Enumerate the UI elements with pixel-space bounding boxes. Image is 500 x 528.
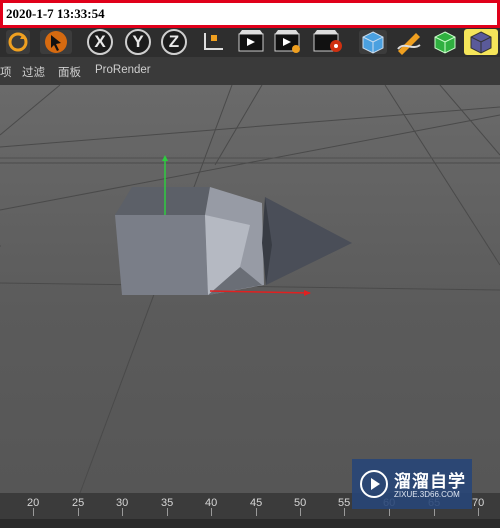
menu-item-options[interactable]: 项 [0,64,12,80]
pen-spline-icon[interactable] [394,29,424,55]
3d-viewport[interactable] [0,85,500,493]
menu-item-filter[interactable]: 过滤 [22,64,45,80]
viewport-scene [0,85,500,493]
watermark: 溜溜自学 ZIXUE.3D66.COM [352,459,472,509]
timestamp-text: 2020-1-7 13:33:54 [6,6,105,21]
coordinate-system-icon[interactable] [196,29,228,55]
status-strip [0,519,500,528]
redo-icon[interactable] [3,29,33,55]
cone-object[interactable] [262,197,352,285]
z-axis-label: Z [161,29,187,55]
deformer-icon[interactable] [464,29,498,55]
render-view-icon[interactable] [236,29,266,55]
select-arrow-icon[interactable] [38,29,74,55]
render-to-viewer-icon[interactable] [272,29,302,55]
play-logo-icon [360,470,388,498]
z-axis-lock[interactable]: Z [160,29,188,55]
x-axis-lock[interactable]: X [86,29,114,55]
watermark-title: 溜溜自学 [394,472,466,491]
subdivision-icon[interactable] [430,29,460,55]
menu-item-prorender[interactable]: ProRender [95,64,151,76]
y-axis-lock[interactable]: Y [124,29,152,55]
menu-item-panel[interactable]: 面板 [58,64,81,80]
y-axis-label: Y [125,29,151,55]
cube-object[interactable] [115,187,264,295]
main-toolbar: X Y Z [0,28,500,57]
watermark-subtitle: ZIXUE.3D66.COM [394,490,460,499]
render-settings-icon[interactable] [310,29,346,55]
viewport-menu-bar: 项 过滤 面板 ProRender [0,57,500,85]
floor-grid [0,85,500,493]
timestamp-banner: 2020-1-7 13:33:54 [0,0,500,28]
x-axis-label: X [87,29,113,55]
cube-primitive-icon[interactable] [358,29,388,55]
